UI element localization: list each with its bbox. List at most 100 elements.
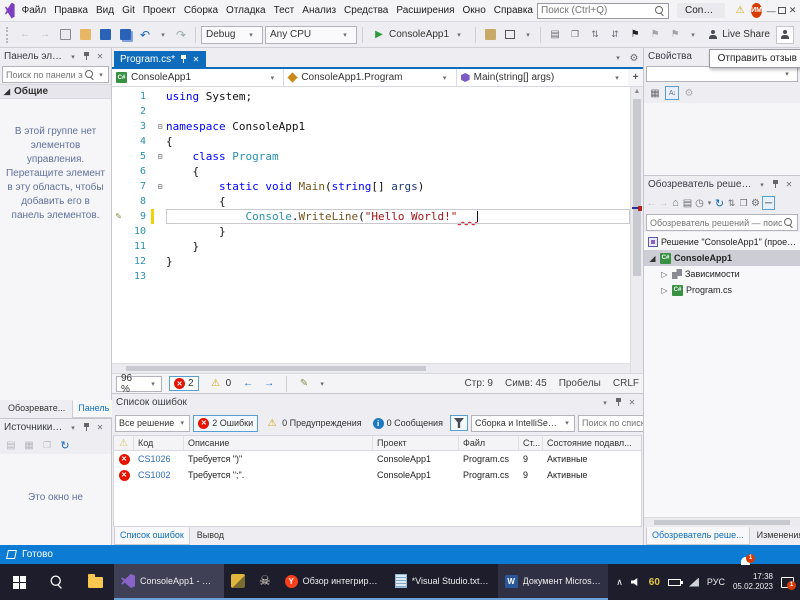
scope-select[interactable]: Все решение — [115, 415, 190, 432]
start-debugging-button[interactable]: ConsoleApp1 — [368, 26, 470, 44]
navigate-back-button[interactable] — [16, 26, 34, 44]
toolbox-title-bar[interactable]: Панель элементов — [0, 48, 111, 65]
chevron-down-icon[interactable] — [521, 28, 535, 42]
editor-options-gear-icon[interactable] — [627, 51, 641, 65]
data-sources-title-bar[interactable]: Источники данных — [0, 419, 111, 436]
collapsed-icon[interactable] — [660, 283, 669, 297]
menu-debug[interactable]: Отладка — [222, 2, 270, 19]
bookmark-button[interactable] — [626, 26, 644, 44]
split-window-button[interactable] — [628, 69, 643, 86]
class-dropdown[interactable]: ConsoleApp1.Program — [284, 69, 456, 86]
editor-warnings-indicator[interactable]: 0 — [206, 376, 235, 392]
tab-solution-explorer[interactable]: Обозреватель реше... — [646, 527, 750, 545]
start-button[interactable] — [0, 564, 38, 600]
properties-gear-icon[interactable] — [750, 196, 761, 210]
show-all-files-icon[interactable] — [762, 196, 775, 210]
window-position-icon[interactable] — [66, 421, 80, 435]
solution-node[interactable]: Решение "ConsoleApp1" (проекты: 1 из 1) — [644, 234, 800, 250]
close-icon[interactable] — [625, 396, 639, 410]
taskbar-item-word[interactable]: W Документ Microso... — [498, 564, 608, 600]
tab-program-cs[interactable]: Program.cs* — [114, 51, 206, 67]
forward-icon[interactable] — [658, 196, 669, 210]
menu-git[interactable]: Git — [118, 2, 139, 19]
chevron-down-icon[interactable] — [686, 28, 700, 42]
code-editor[interactable]: 1using System; 2 3⊟namespace ConsoleApp1… — [112, 87, 643, 373]
property-pages-icon[interactable] — [682, 86, 696, 100]
menu-test[interactable]: Тест — [270, 2, 299, 19]
menu-file[interactable]: Файл — [18, 2, 51, 19]
solution-explorer-title-bar[interactable]: Обозреватель решений — [644, 176, 800, 193]
dependencies-node[interactable]: Зависимости — [644, 266, 800, 282]
maximize-button[interactable] — [777, 2, 788, 20]
warnings-filter-button[interactable]: 0 Предупреждения — [261, 414, 365, 432]
pin-icon[interactable] — [82, 51, 91, 62]
error-list-title-bar[interactable]: Список ошибок — [112, 394, 643, 411]
scroll-up-arrow-icon[interactable]: ▲ — [631, 88, 643, 95]
tray-expand-icon[interactable]: ∧ — [616, 577, 623, 588]
indent-decrease-button[interactable] — [546, 26, 564, 44]
taskbar-item-visual-studio[interactable]: ConsoleApp1 - Mic... — [114, 564, 224, 600]
home-icon[interactable] — [670, 196, 681, 210]
add-data-source-icon[interactable] — [4, 438, 18, 452]
pending-changes-icon[interactable] — [694, 196, 705, 210]
sync-with-active-icon[interactable] — [726, 196, 737, 210]
outline-collapse-icon[interactable]: ⊟ — [155, 120, 165, 134]
save-all-button[interactable] — [116, 26, 134, 44]
taskbar-search-button[interactable] — [38, 564, 76, 600]
project-dropdown[interactable]: C# ConsoleApp1 — [112, 69, 284, 86]
collapse-all-icon[interactable] — [738, 196, 749, 210]
menu-tools[interactable]: Средства — [340, 2, 392, 19]
toolbox-group-general[interactable]: Общие — [0, 84, 111, 99]
chevron-down-icon[interactable] — [706, 196, 713, 210]
prev-issue-icon[interactable] — [241, 377, 255, 391]
close-icon[interactable] — [192, 52, 200, 66]
solution-search-box[interactable] — [646, 214, 798, 231]
window-position-icon[interactable] — [598, 396, 612, 410]
open-file-button[interactable] — [76, 26, 94, 44]
toolbox-search-box[interactable] — [2, 66, 109, 83]
uncomment-button[interactable] — [606, 26, 624, 44]
editor-vertical-scrollbar[interactable]: ▲ — [630, 87, 643, 373]
pin-icon[interactable] — [614, 397, 623, 408]
close-icon[interactable] — [782, 178, 796, 192]
user-avatar[interactable]: ИМ — [751, 3, 762, 18]
file-explorer-button[interactable] — [76, 564, 114, 600]
network-icon[interactable] — [689, 578, 699, 587]
program-cs-node[interactable]: C# Program.cs — [644, 282, 800, 298]
battery-icon[interactable] — [668, 579, 681, 586]
signin-warning-icon[interactable] — [733, 4, 747, 18]
taskbar-item-game[interactable] — [224, 564, 252, 600]
menu-extensions[interactable]: Расширения — [392, 2, 458, 19]
taskbar-item-notepad[interactable]: *Visual Studio.txt -... — [388, 564, 498, 600]
notifications-button[interactable]: 1 — [739, 549, 751, 561]
configuration-select[interactable]: Debug — [201, 26, 263, 44]
scrollbar-thumb[interactable] — [633, 99, 641, 276]
filter-button[interactable] — [450, 415, 468, 431]
categorized-icon[interactable] — [648, 86, 662, 100]
configure-icon[interactable] — [40, 438, 54, 452]
collapsed-icon[interactable] — [660, 267, 669, 281]
menu-build[interactable]: Сборка — [180, 2, 222, 19]
preview-window-button[interactable] — [501, 26, 519, 44]
spaces-indicator[interactable]: Пробелы — [559, 378, 601, 389]
minimize-button[interactable]: — — [766, 2, 777, 20]
taskbar-item-skull-app[interactable]: ☠ — [252, 564, 278, 600]
navigate-forward-button[interactable] — [36, 26, 54, 44]
undo-dropdown-icon[interactable] — [156, 28, 170, 42]
chevron-down-icon[interactable] — [318, 377, 326, 391]
pin-icon[interactable] — [179, 54, 188, 65]
save-button[interactable] — [96, 26, 114, 44]
tab-server-explorer[interactable]: Обозревате... — [2, 400, 71, 418]
properties-object-select[interactable] — [646, 66, 798, 82]
window-position-icon[interactable] — [66, 50, 80, 64]
outline-collapse-icon[interactable]: ⊟ — [155, 150, 165, 164]
toolbox-search-input[interactable] — [6, 70, 83, 80]
menu-help[interactable]: Справка — [490, 2, 537, 19]
prev-bookmark-button[interactable] — [646, 26, 664, 44]
next-issue-icon[interactable] — [262, 377, 276, 391]
alphabetical-sort-icon[interactable] — [665, 86, 679, 100]
messages-filter-button[interactable]: 0 Сообщения — [369, 416, 447, 431]
code-lines[interactable]: 1using System; 2 3⊟namespace ConsoleApp1… — [112, 87, 630, 363]
taskbar-clock[interactable]: 17:38 05.02.2023 — [733, 572, 773, 592]
close-button[interactable]: ✕ — [787, 2, 798, 20]
